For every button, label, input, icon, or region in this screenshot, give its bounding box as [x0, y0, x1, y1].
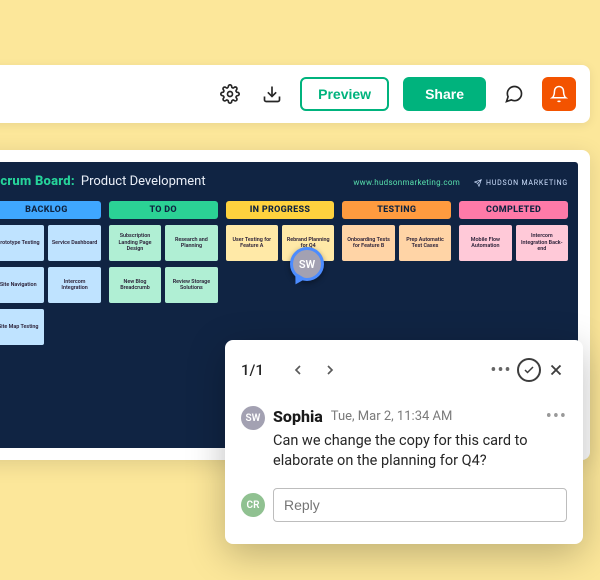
comment-more-icon[interactable]: ••• [546, 406, 567, 427]
comment-body: Can we change the copy for this card to … [273, 431, 528, 470]
board-card[interactable]: Service Dashboard [48, 225, 100, 261]
prev-comment-button[interactable] [284, 356, 312, 384]
reply-input[interactable] [273, 488, 567, 522]
board-card[interactable]: Intercom Integration [48, 267, 100, 303]
panel-more-icon[interactable]: ••• [489, 360, 513, 381]
board-card[interactable]: Onboarding Tests for Feature B [342, 225, 394, 261]
board-card[interactable]: New Blog Breadcrumb [109, 267, 161, 303]
board-card[interactable]: Mobile Flow Automation [459, 225, 511, 261]
next-comment-button[interactable] [316, 356, 344, 384]
column-header: IN PROGRESS [226, 201, 335, 219]
comment-pager: 1/1 [241, 361, 264, 379]
comment-author-name: Sophia [273, 407, 323, 426]
board-card[interactable]: Research and Planning [165, 225, 217, 261]
board-card[interactable]: Review Storage Solutions [165, 267, 217, 303]
download-icon[interactable] [258, 80, 286, 108]
comment-author-avatar: SW [241, 406, 265, 430]
board-column: TO DO Subscription Landing Page DesignRes… [109, 201, 218, 345]
column-header: BACKLOG [0, 201, 101, 219]
board-card[interactable]: Prototype Testing [0, 225, 44, 261]
board-card[interactable]: Site Map Testing [0, 309, 44, 345]
board-column: COMPLETED Mobile Flow AutomationIntercom … [459, 201, 568, 345]
board-column: TESTING Onboarding Tests for Feature BPre… [342, 201, 451, 345]
resolve-button[interactable] [517, 358, 541, 382]
gear-icon[interactable] [216, 80, 244, 108]
column-header: TESTING [342, 201, 451, 219]
bell-icon[interactable] [542, 77, 576, 111]
board-card[interactable]: Prep Automatic Test Cases [399, 225, 451, 261]
board-card[interactable]: Subscription Landing Page Design [109, 225, 161, 261]
board-card[interactable]: User Testing for Feature A [226, 225, 278, 261]
comment-icon[interactable] [500, 80, 528, 108]
board-brand-text: HUDSON MARKETING [486, 179, 568, 187]
board-brand: HUDSON MARKETING [474, 179, 568, 187]
reply-avatar: CR [241, 493, 265, 517]
board-column: BACKLOG Prototype TestingService Dashboar… [0, 201, 101, 345]
board-card[interactable]: Intercom Integration Back-end [516, 225, 568, 261]
share-button[interactable]: Share [403, 77, 486, 111]
board-site-link[interactable]: www.hudsonmarketing.com [353, 178, 460, 187]
comment-timestamp: Tue, Mar 2, 11:34 AM [331, 409, 453, 424]
close-icon[interactable] [545, 359, 567, 381]
column-header: COMPLETED [459, 201, 568, 219]
board-card[interactable]: Site Navigation [0, 267, 44, 303]
board-title-subject: Product Development [81, 174, 206, 189]
app-toolbar: Preview Share [0, 65, 590, 123]
column-header: TO DO [109, 201, 218, 219]
preview-button[interactable]: Preview [300, 77, 389, 111]
comment-panel: 1/1 ••• SW Sophia Tue, Mar 2, 11:34 AM [225, 340, 583, 544]
board-title-prefix: Scrum Board: [0, 174, 75, 189]
